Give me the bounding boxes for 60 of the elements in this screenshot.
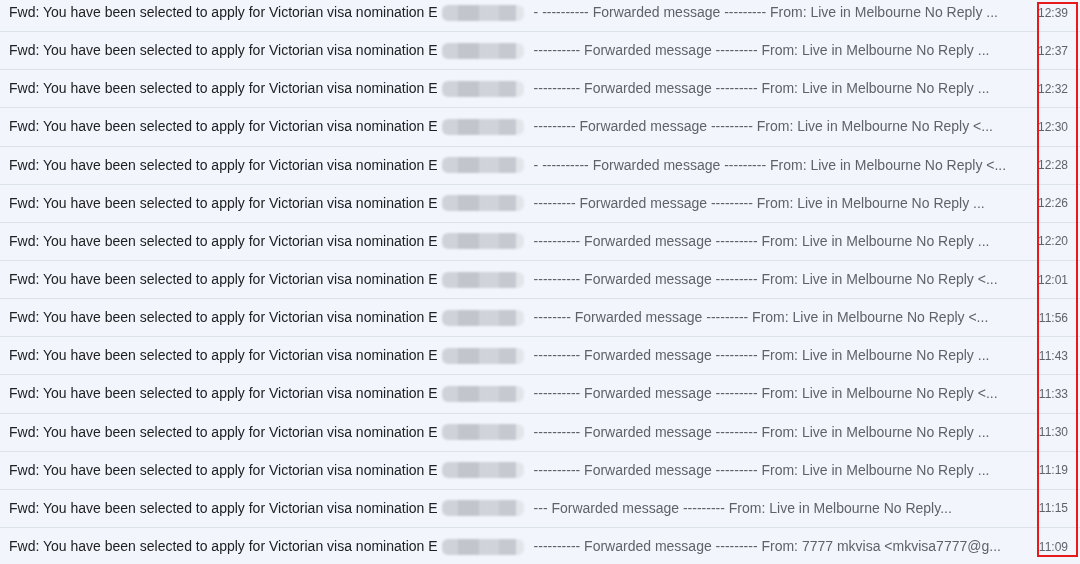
email-subject: Fwd: You have been selected to apply for Victorian visa nomination E bbox=[9, 41, 438, 61]
email-time: 12:20 bbox=[1036, 233, 1068, 251]
email-time: 11:15 bbox=[1037, 500, 1068, 518]
email-subject: Fwd: You have been selected to apply for Victorian visa nomination E bbox=[9, 117, 438, 137]
email-time: 12:32 bbox=[1036, 80, 1068, 98]
email-subject: Fwd: You have been selected to apply for Victorian visa nomination E bbox=[9, 422, 438, 442]
email-subject: Fwd: You have been selected to apply for Victorian visa nomination E bbox=[9, 270, 438, 290]
email-snippet: ---------- Forwarded message --------- From: Live in Melbourne No Reply ... bbox=[533, 41, 990, 61]
email-time: 11:33 bbox=[1037, 385, 1068, 403]
email-snippet: ---------- Forwarded message --------- From: Live in Melbourne No Reply ... bbox=[533, 422, 990, 442]
email-subject: Fwd: You have been selected to apply for Victorian visa nomination E bbox=[9, 537, 438, 557]
email-subject: Fwd: You have been selected to apply for Victorian visa nomination E bbox=[9, 3, 438, 23]
email-row[interactable]: Fwd: You have been selected to apply for Victorian visa nomination E ---------- Forwarded message --------- From: Live in Melbourne No Reply ... 12:37 bbox=[0, 32, 1080, 71]
email-subject: Fwd: You have been selected to apply for Victorian visa nomination E bbox=[9, 231, 438, 251]
email-snippet: ---------- Forwarded message --------- From: 7777 mkvisa <mkvisa7777@g... bbox=[533, 537, 1001, 557]
email-time: 11:30 bbox=[1037, 424, 1068, 442]
email-row[interactable]: Fwd: You have been selected to apply for Victorian visa nomination E ---------- Forwarded message --------- From: Live in Melbourne No Reply ... 11:43 bbox=[0, 337, 1080, 376]
email-row[interactable]: Fwd: You have been selected to apply for Victorian visa nomination E ---------- Forwarded message --------- From: Live in Melbourne No Reply <... 11:33 bbox=[0, 375, 1080, 414]
email-time: 12:37 bbox=[1036, 42, 1068, 60]
email-row[interactable]: Fwd: You have been selected to apply for Victorian visa nomination E ---------- Forwarded message --------- From: Live in Melbourne No Reply ... 11:19 bbox=[0, 451, 1080, 490]
email-snippet: --------- Forwarded message --------- From: Live in Melbourne No Reply <... bbox=[533, 117, 993, 137]
email-snippet: ---------- Forwarded message --------- From: Live in Melbourne No Reply ... bbox=[533, 460, 990, 480]
email-time: 12:28 bbox=[1036, 157, 1068, 175]
email-row[interactable]: Fwd: You have been selected to apply for Victorian visa nomination E ---------- Forwarded message --------- From: 7777 mkvisa <mkvisa7777@g... 11:09 bbox=[0, 527, 1080, 564]
email-row[interactable]: Fwd: You have been selected to apply for Victorian visa nomination E ---------- Forwarded message --------- From: Live in Melbourne No Reply ... 11:30 bbox=[0, 413, 1080, 452]
email-subject: Fwd: You have been selected to apply for Victorian visa nomination E bbox=[9, 193, 438, 213]
email-subject: Fwd: You have been selected to apply for Victorian visa nomination E bbox=[9, 498, 438, 518]
email-row[interactable]: Fwd: You have been selected to apply for Victorian visa nomination E -------- Forwarded message --------- From: Live in Melbourne No Reply <... 11:56 bbox=[0, 299, 1080, 338]
email-time: 11:43 bbox=[1037, 347, 1068, 365]
email-row[interactable]: Fwd: You have been selected to apply for Victorian visa nomination E ---------- Forwarded message --------- From: Live in Melbourne No Reply <... 12:01 bbox=[0, 261, 1080, 300]
email-time: 12:30 bbox=[1036, 119, 1068, 136]
email-snippet: ---------- Forwarded message --------- From: Live in Melbourne No Reply ... bbox=[533, 79, 990, 99]
email-row[interactable]: Fwd: You have been selected to apply for Victorian visa nomination E --------- Forwarded message --------- From: Live in Melbourne No Reply <... 12:30 bbox=[0, 108, 1080, 147]
email-time: 12:26 bbox=[1036, 195, 1068, 213]
email-time: 11:09 bbox=[1037, 538, 1068, 556]
email-row[interactable]: Fwd: You have been selected to apply for Victorian visa nomination E --- Forwarded message --------- From: Live in Melbourne No Reply... 11:15 bbox=[0, 489, 1080, 528]
email-snippet: -------- Forwarded message --------- From: Live in Melbourne No Reply <... bbox=[533, 308, 989, 328]
email-snippet: --------- Forwarded message --------- From: Live in Melbourne No Reply ... bbox=[533, 193, 985, 213]
email-row[interactable]: Fwd: You have been selected to apply for Victorian visa nomination E ---------- Forwarded message --------- From: Live in Melbourne No Reply ... 12:20 bbox=[0, 222, 1080, 261]
email-subject: Fwd: You have been selected to apply for Victorian visa nomination E bbox=[9, 460, 438, 480]
email-row[interactable]: Fwd: You have been selected to apply for Victorian visa nomination E - ---------- Forwarded message --------- From: Live in Melbourne No Reply <... 12:28 bbox=[0, 146, 1080, 185]
email-subject: Fwd: You have been selected to apply for Victorian visa nomination E bbox=[9, 79, 438, 99]
email-row[interactable]: Fwd: You have been selected to apply for Victorian visa nomination E ---------- Forwarded message --------- From: Live in Melbourne No Reply ... 12:32 bbox=[0, 70, 1080, 109]
email-snippet: ---------- Forwarded message --------- From: Live in Melbourne No Reply ... bbox=[533, 231, 990, 251]
email-time: 11:19 bbox=[1037, 462, 1068, 480]
email-subject: Fwd: You have been selected to apply for Victorian visa nomination E bbox=[9, 308, 438, 328]
email-snippet: ---------- Forwarded message --------- From: Live in Melbourne No Reply ... bbox=[533, 346, 990, 366]
email-subject: Fwd: You have been selected to apply for Victorian visa nomination E bbox=[9, 155, 438, 175]
email-time: 12:01 bbox=[1036, 271, 1068, 289]
email-snippet: --- Forwarded message --------- From: Live in Melbourne No Reply... bbox=[533, 498, 952, 518]
email-snippet: - ---------- Forwarded message --------- From: Live in Melbourne No Reply <... bbox=[533, 155, 1007, 175]
email-snippet: ---------- Forwarded message --------- From: Live in Melbourne No Reply <... bbox=[533, 384, 998, 404]
email-time: 12:39 bbox=[1036, 4, 1068, 22]
email-snippet: ---------- Forwarded message --------- From: Live in Melbourne No Reply <... bbox=[533, 270, 998, 290]
email-snippet: - ---------- Forwarded message --------- From: Live in Melbourne No Reply ... bbox=[533, 3, 998, 23]
email-row[interactable]: Fwd: You have been selected to apply for Victorian visa nomination E --------- Forwarded message --------- From: Live in Melbourne No Reply ... 12:26 bbox=[0, 184, 1080, 223]
email-time: 11:56 bbox=[1037, 309, 1068, 327]
email-subject: Fwd: You have been selected to apply for Victorian visa nomination E bbox=[9, 346, 438, 366]
email-row[interactable]: Fwd: You have been selected to apply for Victorian visa nomination E - ---------- Forwarded message --------- From: Live in Melbourne No Reply ... 12:39 bbox=[0, 0, 1080, 33]
email-subject: Fwd: You have been selected to apply for Victorian visa nomination E bbox=[9, 384, 438, 404]
